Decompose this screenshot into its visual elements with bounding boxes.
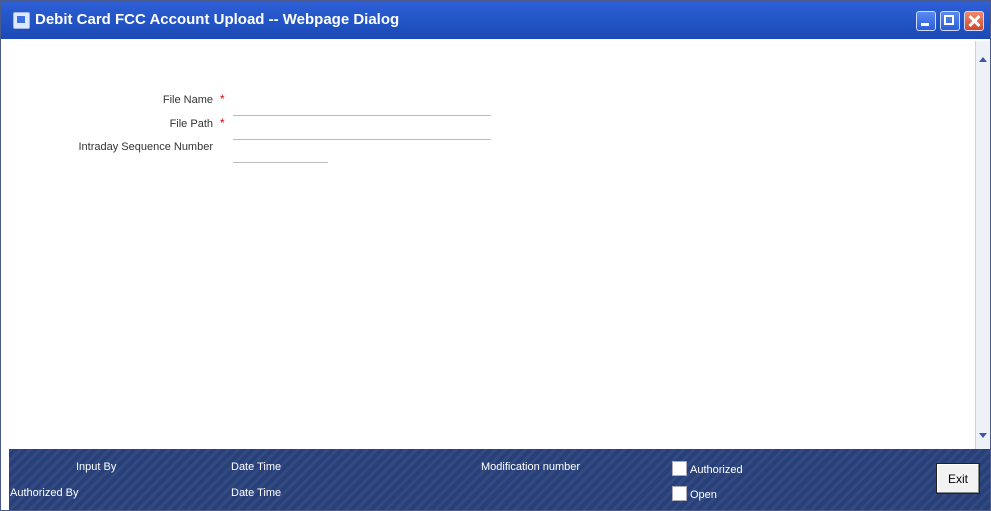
maximize-button[interactable] bbox=[940, 11, 960, 31]
intraday-sequence-label: Intraday Sequence Number bbox=[78, 141, 213, 153]
modification-number-label: Modification number bbox=[481, 461, 581, 473]
scroll-up-arrow-icon[interactable] bbox=[976, 53, 990, 67]
vertical-scrollbar[interactable] bbox=[975, 41, 990, 449]
intraday-sequence-input[interactable] bbox=[233, 146, 328, 163]
close-button[interactable] bbox=[964, 11, 984, 31]
input-by-label: Input By bbox=[76, 461, 117, 473]
audit-footer: Input By Authorized By Date Time Date Ti… bbox=[9, 449, 990, 510]
title-bar[interactable]: Debit Card FCC Account Upload -- Webpage… bbox=[1, 1, 990, 39]
file-name-label: File Name bbox=[162, 94, 213, 106]
exit-button[interactable]: Exit bbox=[936, 463, 980, 494]
form-area: File Name * File Path * Intraday Sequenc… bbox=[9, 41, 975, 449]
minimize-button[interactable] bbox=[916, 11, 936, 31]
open-label: Open bbox=[690, 489, 717, 501]
authorized-label: Authorized bbox=[690, 464, 743, 476]
scroll-down-arrow-icon[interactable] bbox=[976, 429, 990, 443]
file-name-required-mark: * bbox=[220, 92, 225, 106]
authorized-by-label: Authorized By bbox=[10, 487, 79, 499]
file-path-required-mark: * bbox=[220, 116, 225, 130]
file-name-input[interactable] bbox=[233, 99, 491, 116]
file-path-input[interactable] bbox=[233, 123, 491, 140]
ie-dialog-icon bbox=[13, 12, 30, 29]
dialog-window: Debit Card FCC Account Upload -- Webpage… bbox=[0, 0, 991, 511]
authorized-date-time-label: Date Time bbox=[231, 487, 282, 499]
file-path-label: File Path bbox=[169, 118, 213, 130]
authorized-checkbox[interactable] bbox=[672, 461, 687, 476]
window-title: Debit Card FCC Account Upload -- Webpage… bbox=[35, 11, 400, 28]
open-checkbox[interactable] bbox=[672, 486, 687, 501]
input-date-time-label: Date Time bbox=[231, 461, 282, 473]
